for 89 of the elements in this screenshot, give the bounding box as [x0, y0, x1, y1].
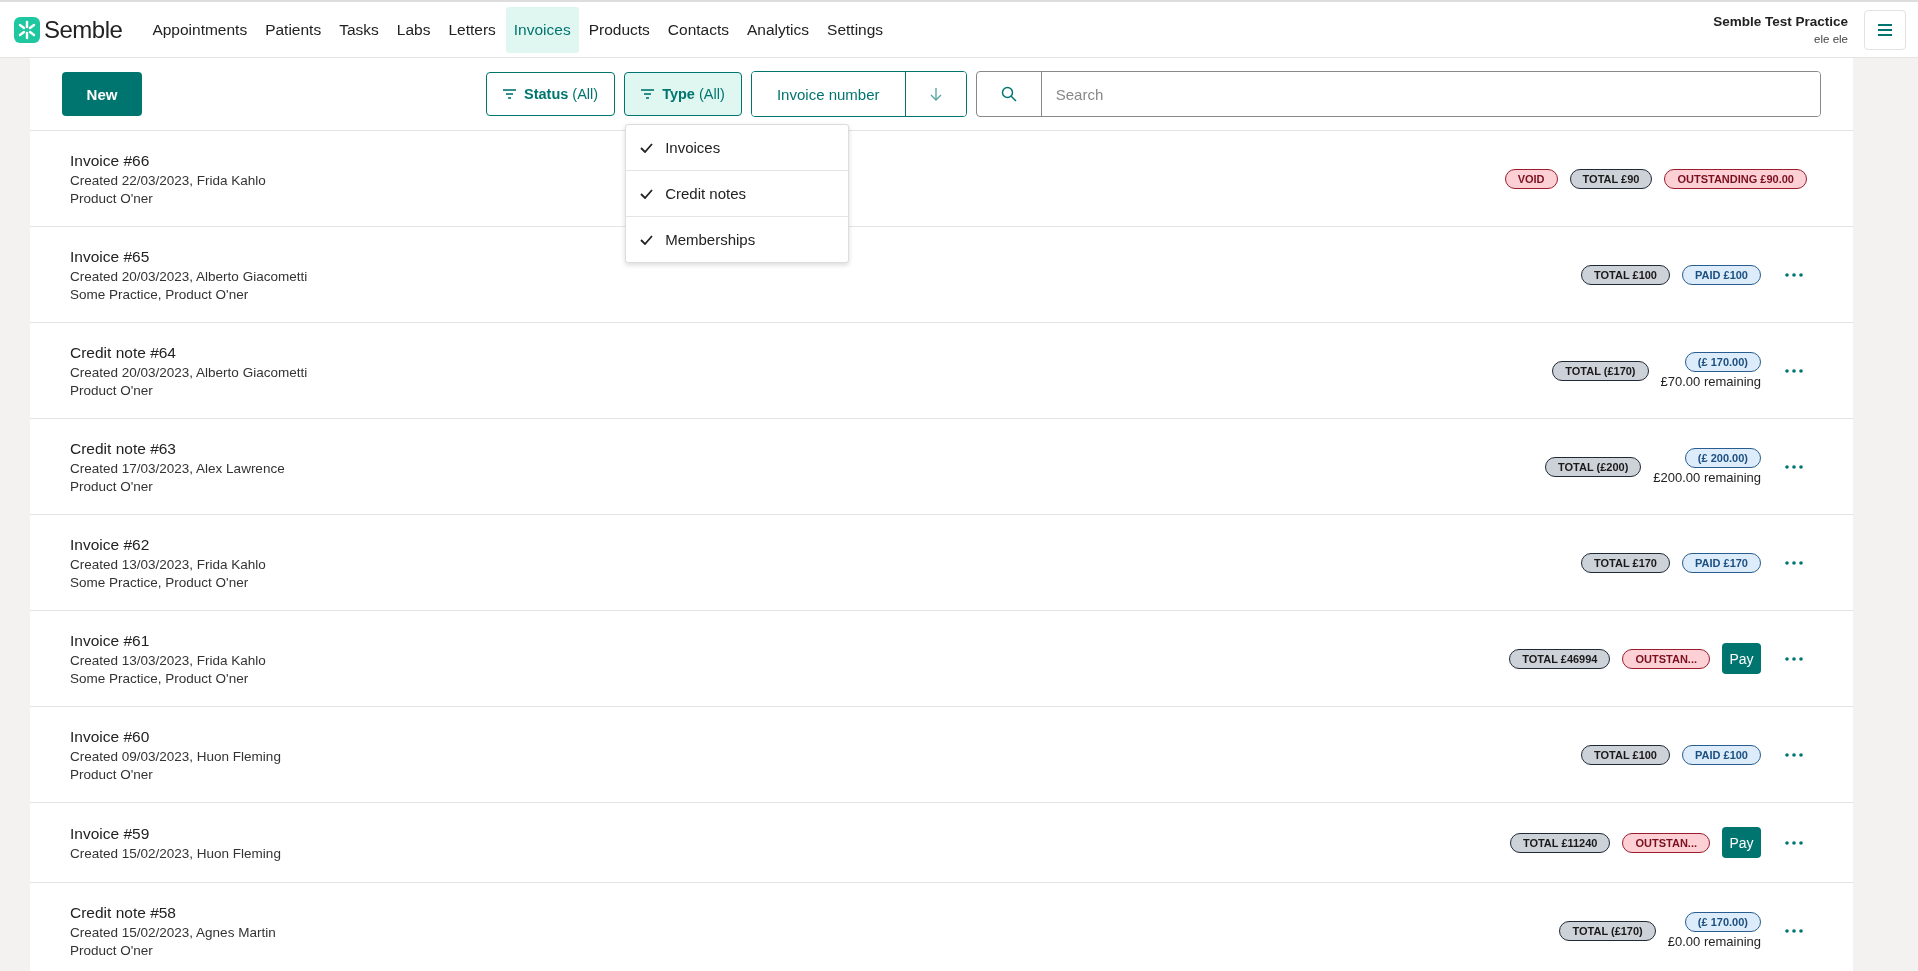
check-icon: [640, 142, 654, 153]
new-button[interactable]: New: [62, 72, 142, 116]
invoice-title[interactable]: Invoice #59: [70, 824, 281, 843]
paid-badge: PAID £100: [1682, 264, 1761, 285]
total-badge: TOTAL (£170): [1552, 360, 1649, 381]
more-icon: [1785, 840, 1803, 845]
sort-field-button[interactable]: Invoice number: [751, 72, 906, 116]
invoice-detail: Created 15/02/2023, Huon Fleming: [70, 845, 281, 861]
search-field[interactable]: Search: [975, 71, 1821, 117]
filter-button[interactable]: Status (All): [486, 72, 616, 116]
invoice-detail: Created 20/03/2023, Alberto Giacometti: [70, 268, 308, 284]
remaining-amount: £0.00 remaining: [1667, 934, 1761, 949]
total-badge: TOTAL (£200): [1545, 456, 1642, 477]
more-icon: [1785, 560, 1803, 565]
invoice-title[interactable]: Credit note #58: [70, 903, 276, 922]
paid-badge: PAID £100: [1682, 744, 1761, 765]
nav-tab[interactable]: Settings: [819, 6, 892, 53]
menu-item[interactable]: Credit notes: [626, 171, 849, 217]
nav-tab[interactable]: Letters: [440, 6, 504, 53]
nav-tab[interactable]: Appointments: [144, 6, 256, 53]
status-badge: VOID: [1504, 168, 1558, 189]
more-icon: [1785, 464, 1803, 469]
invoice-detail: Product O'ner: [70, 478, 154, 494]
invoice-title[interactable]: Credit note #63: [70, 439, 285, 458]
invoice-title[interactable]: Invoice #62: [70, 535, 266, 554]
remaining-amount: £200.00 remaining: [1653, 470, 1761, 485]
invoice-detail: Product O'ner: [70, 382, 154, 398]
invoice-detail: Some Practice, Product O'ner: [70, 574, 250, 590]
invoice-detail: Some Practice, Product O'ner: [70, 286, 250, 302]
total-badge: TOTAL £100: [1581, 264, 1670, 285]
filter-icon: [503, 89, 516, 99]
menu-button[interactable]: [1864, 9, 1906, 50]
nav-tab[interactable]: Contacts: [659, 6, 738, 53]
nav-tab[interactable]: Tasks: [331, 6, 387, 53]
nav-tab[interactable]: Analytics: [739, 6, 818, 53]
invoice-detail: Created 15/02/2023, Agnes Martin: [70, 924, 276, 940]
nav-tab[interactable]: Invoices: [505, 6, 579, 53]
user-name: ele ele: [1814, 33, 1848, 45]
menu-item[interactable]: Memberships: [626, 217, 849, 262]
check-icon: [640, 188, 654, 199]
more-icon: [1785, 752, 1803, 757]
paid-badge: PAID £170: [1682, 552, 1761, 573]
check-icon: [640, 234, 654, 245]
invoice-detail: Created 20/03/2023, Alberto Giacometti: [70, 364, 308, 380]
invoice-detail: Created 09/03/2023, Huon Fleming: [70, 748, 281, 764]
invoice-title[interactable]: Credit note #64: [70, 343, 308, 362]
total-badge: TOTAL £11240: [1509, 832, 1611, 853]
total-badge: TOTAL £100: [1581, 744, 1670, 765]
menu-icon: [1877, 22, 1893, 37]
pay-button[interactable]: Pay: [1722, 643, 1761, 674]
search-icon: [1000, 86, 1017, 102]
total-badge: TOTAL (£170): [1559, 920, 1656, 941]
filter-icon: [641, 89, 655, 99]
total-badge: TOTAL £170: [1581, 552, 1670, 573]
brand-name: Semble: [44, 15, 123, 44]
invoice-detail: Some Practice, Product O'ner: [70, 670, 250, 686]
nav-tab[interactable]: Products: [580, 6, 658, 53]
invoice-detail: Product O'ner: [70, 190, 154, 206]
menu-item[interactable]: Invoices: [626, 125, 849, 171]
credit-badge: (£ 170.00): [1684, 352, 1761, 372]
outstanding-badge: OUTSTAN...: [1622, 832, 1710, 853]
more-icon: [1785, 656, 1803, 661]
invoice-title[interactable]: Invoice #66: [70, 151, 266, 170]
more-icon: [1785, 928, 1803, 933]
credit-badge: (£ 170.00): [1684, 912, 1761, 932]
remaining-amount: £70.00 remaining: [1660, 374, 1761, 389]
pay-button[interactable]: Pay: [1722, 827, 1761, 858]
outstanding-badge: OUTSTAN...: [1622, 648, 1710, 669]
nav-tab[interactable]: Labs: [388, 6, 439, 53]
down-arrow-icon: [929, 87, 942, 101]
credit-badge: (£ 200.00): [1684, 448, 1761, 468]
more-icon: [1785, 368, 1803, 373]
invoice-detail: Created 22/03/2023, Frida Kahlo: [70, 172, 266, 188]
more-icon: [1785, 272, 1803, 277]
filter-button[interactable]: Type (All): [624, 72, 742, 116]
total-badge: TOTAL £90: [1569, 168, 1653, 189]
invoice-title[interactable]: Invoice #60: [70, 727, 281, 746]
invoice-detail: Created 13/03/2023, Frida Kahlo: [70, 652, 266, 668]
logo-icon: [14, 16, 40, 43]
invoice-detail: Created 13/03/2023, Frida Kahlo: [70, 556, 266, 572]
outstanding-badge: OUTSTANDING £90.00: [1664, 168, 1807, 189]
invoice-detail: Product O'ner: [70, 766, 154, 782]
invoice-detail: Created 17/03/2023, Alex Lawrence: [70, 460, 285, 476]
invoice-detail: Product O'ner: [70, 942, 154, 958]
nav-tab[interactable]: Patients: [257, 6, 330, 53]
practice-name: Semble Test Practice: [1713, 14, 1848, 29]
invoice-title[interactable]: Invoice #61: [70, 631, 266, 650]
invoice-title[interactable]: Invoice #65: [70, 247, 308, 266]
total-badge: TOTAL £46994: [1509, 648, 1611, 669]
